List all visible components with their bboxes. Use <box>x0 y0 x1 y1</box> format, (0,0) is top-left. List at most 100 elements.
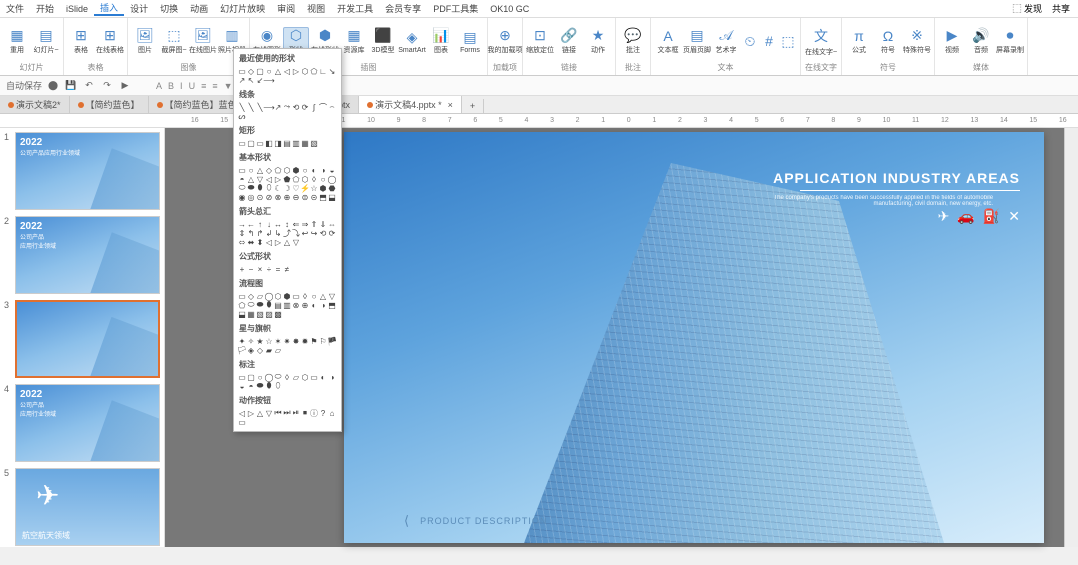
shape-option[interactable]: ◐ <box>310 301 318 309</box>
menu-file[interactable]: 文件 <box>0 2 30 15</box>
shape-option[interactable]: ▢ <box>256 67 264 75</box>
shape-option[interactable]: △ <box>256 409 264 417</box>
menu-animation[interactable]: 动画 <box>184 2 214 15</box>
slide-thumb-5[interactable]: 航空航天领域 <box>15 468 160 546</box>
shape-option[interactable]: ◇ <box>256 346 264 354</box>
shape-option[interactable]: ▦ <box>247 310 255 318</box>
shape-option[interactable]: ? <box>319 409 327 417</box>
shape-option[interactable]: ✸ <box>292 337 300 345</box>
shape-option[interactable]: ◒ <box>328 166 336 174</box>
shape-option[interactable]: ◎ <box>247 193 255 201</box>
shape-option[interactable]: △ <box>247 175 255 183</box>
shape-option[interactable]: ⬄ <box>238 238 246 246</box>
shape-option[interactable]: ▭ <box>238 67 246 75</box>
shape-option[interactable]: ▥ <box>283 301 291 309</box>
product-description[interactable]: ⟨ PRODUCT DESCRIPTION <box>404 513 547 529</box>
slide-title[interactable]: APPLICATION INDUSTRY AREAS <box>773 170 1020 186</box>
shape-option[interactable]: ◨ <box>274 139 282 147</box>
shape-option[interactable]: ▢ <box>247 139 255 147</box>
shape-option[interactable]: ⤳ <box>283 103 291 111</box>
shape-option[interactable]: ⬒ <box>328 301 336 309</box>
shape-option[interactable]: = <box>274 265 282 273</box>
shape-option[interactable]: + <box>238 265 246 273</box>
shape-option[interactable]: ▷ <box>274 175 282 183</box>
shape-option[interactable]: ▱ <box>256 292 264 300</box>
shape-option[interactable]: ○ <box>319 175 327 183</box>
shape-option[interactable]: ⟳ <box>328 229 336 237</box>
autosave-toggle[interactable]: ⬤ <box>46 79 60 93</box>
menu-member[interactable]: 会员专享 <box>379 2 427 15</box>
shape-option[interactable]: ⇔ <box>328 220 336 228</box>
shape-option[interactable]: ⇒ <box>301 220 309 228</box>
shape-option[interactable]: ◈ <box>247 346 255 354</box>
shape-option[interactable]: ◯ <box>328 175 336 183</box>
shape-option[interactable]: ▷ <box>292 67 300 75</box>
shape-option[interactable]: ↗ <box>238 76 246 84</box>
shape-option[interactable]: ◇ <box>247 67 255 75</box>
shape-option[interactable]: ◁ <box>283 67 291 75</box>
shape-option[interactable]: 🏴 <box>328 337 336 345</box>
shape-option[interactable]: ▦ <box>301 139 309 147</box>
menu-insert[interactable]: 插入 <box>94 1 124 16</box>
menu-view[interactable]: 视图 <box>301 2 331 15</box>
menu-home[interactable]: 开始 <box>30 2 60 15</box>
equation-button[interactable]: π公式 <box>846 27 872 55</box>
zoom-button[interactable]: ⊡缩放定位 <box>527 27 553 55</box>
shape-option[interactable]: ⇓ <box>319 220 327 228</box>
shape-option[interactable]: ◁ <box>238 409 246 417</box>
shape-option[interactable]: ⬭ <box>247 301 255 309</box>
shape-option[interactable]: ▽ <box>328 292 336 300</box>
shape-option[interactable]: ☾ <box>274 184 282 192</box>
share-button[interactable]: 共享 <box>1052 2 1070 15</box>
redo-button[interactable]: ↷ <box>100 79 114 93</box>
symbol-button[interactable]: Ω符号 <box>875 27 901 55</box>
shape-option[interactable]: ⬮ <box>265 301 273 309</box>
shape-option[interactable]: ⬠ <box>310 67 318 75</box>
screenrec-button[interactable]: ⏺屏幕录制 <box>997 27 1023 55</box>
shape-option[interactable]: − <box>247 265 255 273</box>
shape-option[interactable]: ▭ <box>238 292 246 300</box>
link-button[interactable]: 🔗链接 <box>556 27 582 55</box>
comment-button[interactable]: 💬批注 <box>620 27 646 55</box>
slide-canvas[interactable]: APPLICATION INDUSTRY AREAS The company's… <box>344 132 1044 543</box>
shape-option[interactable]: ↳ <box>274 229 282 237</box>
shape-option[interactable]: ◒ <box>238 382 246 390</box>
shape-option[interactable]: △ <box>256 166 264 174</box>
menu-devtools[interactable]: 开发工具 <box>331 2 379 15</box>
shape-option[interactable]: ⊗ <box>274 193 282 201</box>
menu-pdf[interactable]: PDF工具集 <box>427 2 484 15</box>
shape-option[interactable]: ⬣ <box>328 184 336 192</box>
shape-option[interactable]: ⬍ <box>256 238 264 246</box>
shape-option[interactable]: ⬡ <box>274 292 282 300</box>
picture-button[interactable]: 🖼图片 <box>132 27 158 55</box>
shape-option[interactable]: ↓ <box>265 220 273 228</box>
shape-option[interactable]: ⟲ <box>319 229 327 237</box>
shape-option[interactable]: ★ <box>256 337 264 345</box>
shape-option[interactable]: ▽ <box>256 175 264 183</box>
shape-option[interactable]: ▷ <box>274 238 282 246</box>
shape-option[interactable]: ◊ <box>310 175 318 183</box>
shape-option[interactable]: ◁ <box>265 238 273 246</box>
shape-option[interactable]: ▭ <box>238 166 246 174</box>
shape-option[interactable]: ╲ <box>247 103 255 111</box>
shape-option[interactable]: ∫ <box>310 103 318 111</box>
shape-option[interactable]: ↱ <box>256 229 264 237</box>
wordart-button[interactable]: 𝒜艺术字 <box>713 27 739 55</box>
textbox-button[interactable]: A文本框 <box>655 27 681 55</box>
shape-option[interactable]: ⬠ <box>292 175 300 183</box>
shape-option[interactable]: ▰ <box>265 346 273 354</box>
shape-option[interactable]: ⬭ <box>238 184 246 192</box>
shape-option[interactable]: ▤ <box>274 301 282 309</box>
menu-review[interactable]: 审阅 <box>271 2 301 15</box>
shape-option[interactable]: ◑ <box>328 373 336 381</box>
audio-button[interactable]: 🔊音频 <box>968 27 994 55</box>
shape-option[interactable]: ⬡ <box>301 373 309 381</box>
shape-option[interactable]: ⇕ <box>238 229 246 237</box>
undo-button[interactable]: ↶ <box>82 79 96 93</box>
shape-option[interactable]: ⬡ <box>283 166 291 174</box>
slide-thumb-3[interactable] <box>15 300 160 378</box>
shape-option[interactable]: ✹ <box>301 337 309 345</box>
shape-option[interactable]: ☆ <box>265 337 273 345</box>
shape-option[interactable]: ◓ <box>247 382 255 390</box>
menu-design[interactable]: 设计 <box>124 2 154 15</box>
